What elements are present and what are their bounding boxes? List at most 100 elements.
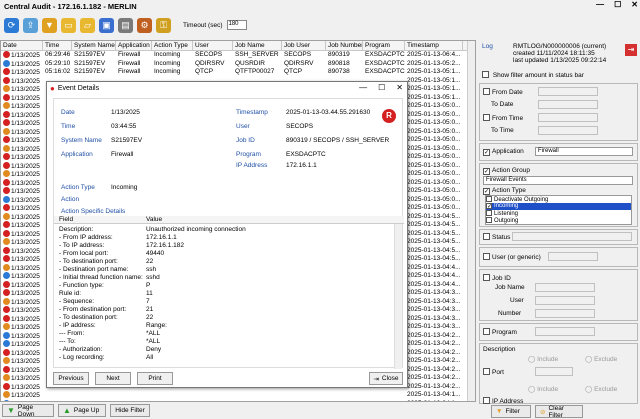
column-header[interactable]: Application (116, 41, 152, 50)
table-cell: 05:16:02 (45, 68, 71, 75)
action-type-option-checkbox[interactable]: ✓ (486, 203, 492, 210)
include-option[interactable]: ◯ Include (528, 355, 558, 363)
table-cell: 1/13/2025 (1, 204, 43, 213)
refresh-icon[interactable]: ⟳ (4, 17, 19, 33)
page-down-button[interactable]: ▼ Page Down (2, 404, 54, 418)
table-cell: 2025-01-13-05:0... (407, 178, 461, 186)
column-header[interactable]: Job Number (326, 41, 363, 50)
action-group-select[interactable]: Firewall Events (483, 176, 633, 185)
filter-icon[interactable]: ▼ (42, 17, 57, 33)
program-checkbox[interactable] (483, 328, 490, 335)
column-header[interactable]: Action Type (152, 41, 193, 50)
action-type-option-checkbox[interactable] (486, 210, 492, 216)
timeout-input[interactable]: 180 (226, 20, 247, 30)
save-icon[interactable]: ▣ (99, 17, 114, 33)
job-number-input[interactable] (535, 309, 595, 318)
port-include-option[interactable]: ◯ Include (528, 385, 558, 393)
close-button[interactable]: ⇥ Close (369, 372, 403, 385)
print-button[interactable]: Print (137, 372, 173, 385)
action-type-option-checkbox[interactable] (486, 217, 492, 223)
port-checkbox[interactable] (483, 368, 490, 375)
table-row[interactable]: 1/13/2025 05:16:02 S21597EV Firewall Incomin… (1, 68, 475, 77)
table-cell: Firewall (118, 51, 141, 58)
export-icon[interactable]: ⇪ (23, 17, 38, 33)
action-group-filter: ✓ Action Group Firewall Events ✓ Action Ty… (479, 163, 638, 227)
lock-icon[interactable]: ⚿ (156, 17, 171, 33)
column-header[interactable]: Job Name (233, 41, 282, 50)
job-id-checkbox[interactable] (483, 274, 490, 281)
application-checkbox[interactable]: ✓ (483, 149, 490, 156)
table-cell (43, 391, 72, 400)
action-type-checkbox[interactable]: ✓ (483, 188, 490, 195)
table-cell (233, 391, 282, 400)
previous-button[interactable]: Previous (53, 372, 89, 385)
table-row[interactable]: 1/13/2025 2025-01-13-04:1... (1, 391, 475, 400)
status-checkbox[interactable] (483, 233, 490, 240)
action-type-option-checkbox[interactable] (486, 196, 492, 202)
action-group-checkbox[interactable]: ✓ (483, 168, 490, 175)
column-header[interactable]: User (193, 41, 233, 50)
job-name-input[interactable] (535, 283, 595, 292)
from-time-input[interactable] (538, 113, 598, 122)
to-time-input[interactable] (538, 126, 598, 135)
port-input[interactable] (535, 367, 573, 376)
from-date-checkbox[interactable] (483, 88, 490, 95)
table-cell: 1/13/2025 (1, 161, 43, 171)
event-status-icon (3, 170, 10, 177)
user-checkbox[interactable] (483, 253, 490, 260)
column-header[interactable]: Time (43, 41, 72, 50)
grid-scrollbar[interactable] (467, 41, 475, 401)
job-label: Job ID (236, 137, 255, 144)
column-header[interactable]: System Name (72, 41, 116, 50)
table-cell: 2025-01-13-05:0... (407, 161, 461, 169)
to-date-input[interactable] (538, 100, 598, 109)
application-select[interactable]: Firewall (535, 147, 633, 156)
port-exclude-option[interactable]: ◯ Exclude (585, 385, 617, 393)
hide-filter-button[interactable]: Hide Filter (110, 404, 150, 417)
show-filter-checkbox[interactable] (482, 71, 489, 78)
dialog-close-icon[interactable]: ✕ (396, 83, 403, 92)
folder-open-icon[interactable]: ▱ (80, 17, 95, 33)
column-header[interactable]: Timestamp (405, 41, 463, 50)
action-type-option[interactable]: Outgoing (486, 217, 631, 224)
date-text: 1/13/2025 (11, 256, 40, 263)
action-type-option[interactable]: Listening (486, 210, 631, 217)
action-type-option-selected[interactable]: ✓ Incoming (486, 203, 631, 210)
table-row[interactable]: 1/13/2025 2025-01-13-04:1... (1, 399, 475, 401)
dialog-maximize-icon[interactable]: ☐ (378, 83, 385, 92)
next-button[interactable]: Next (95, 372, 131, 385)
table-cell: 890319 (328, 51, 350, 58)
config-icon[interactable]: ⚙ (137, 17, 152, 33)
date-text: 1/13/2025 (11, 392, 40, 399)
action-type-option[interactable]: Deactivate Outgoing (486, 196, 631, 203)
page-up-button[interactable]: ▲ Page Up (58, 404, 106, 417)
folder-icon[interactable]: ▭ (61, 17, 76, 33)
from-time-checkbox[interactable] (483, 114, 490, 121)
table-row[interactable]: 1/13/2025 05:29:10 S21597EV Firewall Incomin… (1, 59, 475, 69)
log-exit-icon[interactable]: ⇥ (625, 44, 637, 56)
event-status-icon (3, 119, 10, 126)
exclude-option[interactable]: ◯ Exclude (585, 355, 617, 363)
from-date-input[interactable] (538, 87, 598, 96)
status-select[interactable] (512, 232, 632, 241)
print-icon[interactable]: ▤ (118, 17, 133, 33)
table-row[interactable]: 1/13/2025 06:29:46 S21597EV Firewall Incomin… (1, 51, 475, 60)
job-user-input[interactable] (535, 296, 595, 305)
filter-button[interactable]: ▼ Filter (491, 405, 531, 418)
minimize-icon[interactable]: — (596, 0, 604, 9)
ip-checkbox[interactable] (483, 397, 490, 404)
maximize-icon[interactable]: ☐ (614, 0, 621, 9)
show-filter-option[interactable]: Show filter amount in status bar (482, 71, 584, 79)
user-input[interactable] (548, 252, 598, 261)
table-cell: 1/13/2025 (1, 357, 43, 366)
program-input[interactable] (535, 327, 595, 336)
close-icon[interactable]: ✕ (631, 0, 638, 9)
details-scrollbar[interactable] (394, 224, 402, 369)
column-header[interactable]: Date (1, 41, 43, 50)
column-header[interactable]: Program (363, 41, 405, 50)
clear-filter-button[interactable]: ⊘ Clear Filter (535, 405, 583, 419)
event-status-icon (3, 391, 10, 398)
event-status-icon (3, 212, 10, 220)
column-header[interactable]: Job User (282, 41, 326, 50)
dialog-minimize-icon[interactable]: — (359, 83, 367, 92)
